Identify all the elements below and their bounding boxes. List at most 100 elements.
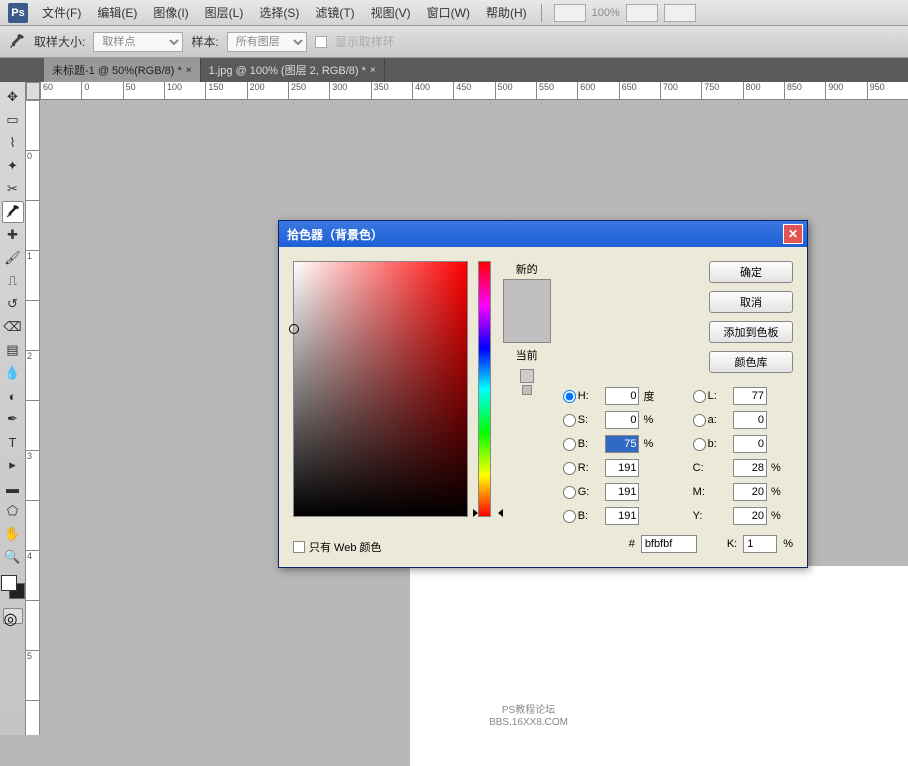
document-tabs: 未标题-1 @ 50%(RGB/8) * × 1.jpg @ 100% (图层 … (0, 58, 908, 82)
tab-label: 1.jpg @ 100% (图层 2, RGB/8) * (209, 62, 366, 78)
marquee-tool[interactable]: ▭ (2, 109, 24, 131)
gamut-warning-icon[interactable] (520, 369, 534, 383)
k-label: K: (727, 538, 737, 550)
g-radio[interactable]: G: (563, 486, 602, 499)
r-radio[interactable]: R: (563, 462, 602, 475)
tab-close-icon[interactable]: × (186, 65, 192, 76)
sample-size-label: 取样大小: (34, 33, 85, 50)
s-input[interactable] (605, 411, 639, 429)
foreground-swatch[interactable] (1, 575, 17, 591)
options-bar: 取样大小: 取样点 样本: 所有图层 显示取样环 (0, 26, 908, 58)
stamp-tool[interactable]: ⎍ (2, 270, 24, 292)
eyedropper-tool[interactable] (2, 201, 24, 223)
menu-window[interactable]: 窗口(W) (421, 2, 476, 23)
web-only-checkbox-row[interactable]: 只有 Web 颜色 (293, 539, 382, 555)
m-unit: % (771, 486, 793, 498)
menu-filter[interactable]: 滤镜(T) (309, 2, 360, 23)
brush-tool[interactable]: 🖌 (2, 247, 24, 269)
c-input[interactable] (733, 459, 767, 477)
saturation-value-field[interactable] (293, 261, 468, 517)
wand-tool[interactable]: ✦ (2, 155, 24, 177)
a-radio[interactable]: a: (693, 414, 729, 427)
r-input[interactable] (605, 459, 639, 477)
sample-size-select[interactable]: 取样点 (93, 32, 183, 52)
b-rgb-radio[interactable]: B: (563, 510, 602, 523)
g-input[interactable] (605, 483, 639, 501)
b-rgb-input[interactable] (605, 507, 639, 525)
sample-select[interactable]: 所有图层 (227, 32, 307, 52)
crop-tool[interactable]: ✂ (2, 178, 24, 200)
history-brush-tool[interactable]: ↺ (2, 293, 24, 315)
m-input[interactable] (733, 483, 767, 501)
type-tool[interactable]: T (2, 431, 24, 453)
add-swatch-button[interactable]: 添加到色板 (709, 321, 793, 343)
b-hsb-radio[interactable]: B: (563, 438, 602, 451)
color-libraries-button[interactable]: 颜色库 (709, 351, 793, 373)
shape-tool[interactable]: ▬ (2, 477, 24, 499)
hand-tool[interactable]: ✋ (2, 523, 24, 545)
menu-help[interactable]: 帮助(H) (480, 2, 533, 23)
quickmask-button[interactable]: ◎ (3, 608, 23, 624)
menu-edit[interactable]: 编辑(E) (91, 2, 143, 23)
s-radio[interactable]: S: (563, 414, 602, 427)
color-swatches[interactable] (1, 575, 25, 599)
hex-label: # (629, 538, 635, 550)
dialog-titlebar[interactable]: 拾色器（背景色） ✕ (279, 221, 807, 247)
new-color-swatch (504, 280, 550, 311)
h-input[interactable] (605, 387, 639, 405)
b-lab-input[interactable] (733, 435, 767, 453)
menubar: Ps 文件(F) 编辑(E) 图像(I) 图层(L) 选择(S) 滤镜(T) 视… (0, 0, 908, 26)
tab-document-2[interactable]: 1.jpg @ 100% (图层 2, RGB/8) * × (201, 58, 385, 82)
web-only-checkbox[interactable] (293, 541, 305, 553)
y-input[interactable] (733, 507, 767, 525)
path-tool[interactable]: ▸ (2, 454, 24, 476)
sv-cursor (289, 324, 299, 334)
cancel-button[interactable]: 取消 (709, 291, 793, 313)
menu-file[interactable]: 文件(F) (36, 2, 87, 23)
k-input[interactable] (743, 535, 777, 553)
menu-select[interactable]: 选择(S) (253, 2, 305, 23)
tab-document-1[interactable]: 未标题-1 @ 50%(RGB/8) * × (44, 58, 201, 82)
l-input[interactable] (733, 387, 767, 405)
c-label: C: (693, 462, 729, 474)
zoom-level[interactable]: 100% (592, 7, 620, 19)
move-tool[interactable]: ✥ (2, 86, 24, 108)
document-canvas[interactable] (410, 566, 908, 766)
c-unit: % (771, 462, 793, 474)
a-input[interactable] (733, 411, 767, 429)
blur-tool[interactable]: 💧 (2, 362, 24, 384)
websafe-swatch[interactable] (522, 385, 532, 395)
watermark: PS教程论坛 BBS.16XX8.COM (489, 705, 568, 729)
pen-tool[interactable]: ✒ (2, 408, 24, 430)
menu-layer[interactable]: 图层(L) (199, 2, 250, 23)
eraser-tool[interactable]: ⌫ (2, 316, 24, 338)
b-lab-radio[interactable]: b: (693, 438, 729, 451)
arrange-dropdown-1[interactable] (626, 4, 658, 22)
heal-tool[interactable]: ✚ (2, 224, 24, 246)
3d-tool[interactable]: ⬠ (2, 500, 24, 522)
show-ring-checkbox[interactable] (315, 36, 327, 48)
ok-button[interactable]: 确定 (709, 261, 793, 283)
s-unit: % (643, 414, 666, 426)
dodge-tool[interactable]: ◐ (2, 385, 24, 407)
lasso-tool[interactable]: ⌇ (2, 132, 24, 154)
zoom-tool[interactable]: 🔍 (2, 546, 24, 568)
arrange-dropdown-2[interactable] (664, 4, 696, 22)
tab-close-icon[interactable]: × (370, 65, 376, 76)
hue-slider-thumb[interactable] (473, 509, 503, 517)
current-color-swatch[interactable] (504, 311, 550, 342)
hex-input[interactable] (641, 535, 697, 553)
menu-image[interactable]: 图像(I) (147, 2, 194, 23)
hue-slider[interactable] (478, 261, 491, 517)
launch-dropdown[interactable] (554, 4, 586, 22)
b-hsb-input[interactable] (605, 435, 639, 453)
h-unit: 度 (643, 388, 666, 404)
gradient-tool[interactable]: ▤ (2, 339, 24, 361)
l-radio[interactable]: L: (693, 390, 729, 403)
color-picker-dialog: 拾色器（背景色） ✕ 新的 当前 确定 取消 (278, 220, 808, 568)
dialog-title-text: 拾色器（背景色） (287, 226, 383, 243)
h-radio[interactable]: H: (563, 390, 602, 403)
menu-view[interactable]: 视图(V) (365, 2, 417, 23)
m-label: M: (693, 486, 729, 498)
dialog-close-button[interactable]: ✕ (783, 224, 803, 244)
